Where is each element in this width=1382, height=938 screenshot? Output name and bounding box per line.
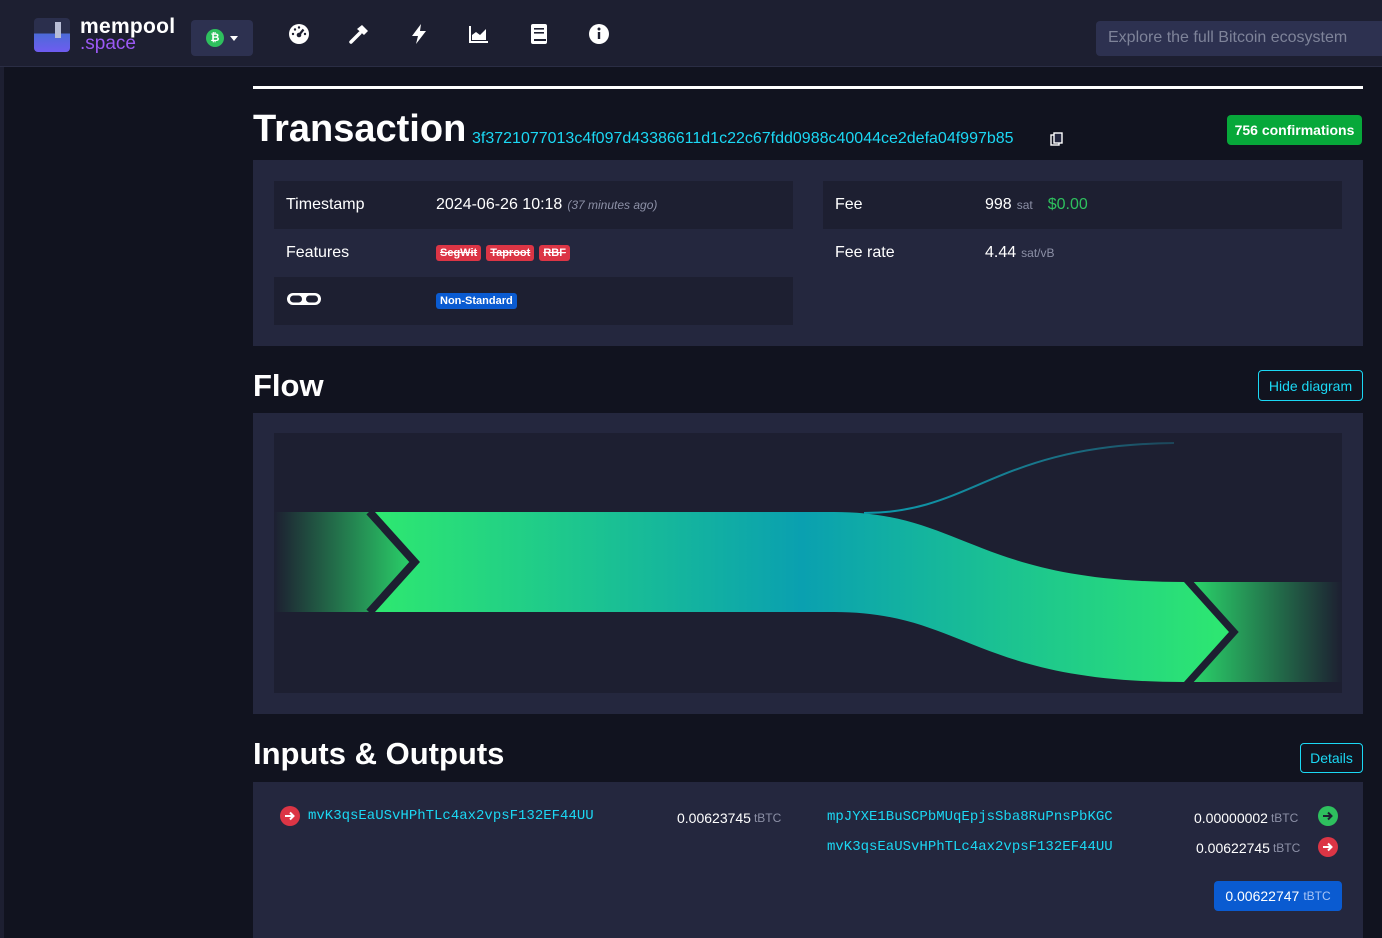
rbf-tag[interactable]: RBF — [539, 245, 570, 261]
output-address-1[interactable]: mpJYXE1BuSCPbMUqEpjsSba8RuPnsPbKGC — [827, 809, 1113, 825]
confirmations-badge: 756 confirmations — [1227, 115, 1362, 145]
dashboard-icon[interactable] — [287, 22, 311, 46]
timestamp-row: Timestamp 2024-06-26 10:18 (37 minutes a… — [274, 181, 793, 229]
input-address[interactable]: mvK3qsEaUSvHPhTLc4ax2vpsF132EF44UU — [308, 808, 594, 824]
input-amount-cell: 0.00623745 tBTC — [677, 810, 781, 826]
unspent-arrow-icon[interactable] — [1318, 806, 1338, 826]
output-unit-2: tBTC — [1272, 841, 1301, 855]
features-row: Features SegWit Taproot RBF — [274, 229, 793, 277]
network-selector-button[interactable]: ₿ — [191, 20, 253, 56]
caret-down-icon — [230, 35, 238, 41]
fee-label: Fee — [835, 196, 863, 213]
output-row-1: mpJYXE1BuSCPbMUqEpjsSba8RuPnsPbKGC — [827, 809, 1113, 825]
graphs-icon[interactable] — [467, 22, 491, 46]
standardness-row: Non-Standard — [274, 277, 793, 325]
goggles-icon — [286, 290, 322, 313]
fee-value: 998 — [985, 196, 1012, 213]
fee-rate-unit: sat/vB — [1021, 246, 1055, 260]
input-amount: 0.00623745 — [677, 810, 751, 826]
spent-arrow-icon[interactable] — [1318, 837, 1338, 857]
left-edge — [0, 67, 4, 938]
mempool-logo[interactable]: mempool .space — [34, 16, 175, 53]
timestamp-label: Timestamp — [286, 196, 365, 213]
fee-unit: sat — [1016, 198, 1033, 212]
total-amount: 0.00622747 — [1225, 888, 1300, 904]
output-amount-cell-1: 0.00000002 tBTC — [1194, 810, 1298, 826]
txid-link[interactable]: 3f3721077013c4f097d43386611d1c22c67fdd09… — [472, 130, 1014, 148]
total-unit: tBTC — [1303, 889, 1331, 903]
output-address-2[interactable]: mvK3qsEaUSvHPhTLc4ax2vpsF132EF44UU — [827, 839, 1113, 855]
logo-icon — [34, 18, 70, 52]
fee-usd: $0.00 — [1047, 196, 1088, 213]
hammer-icon[interactable] — [347, 22, 371, 46]
output-unit-1: tBTC — [1270, 811, 1299, 825]
hide-diagram-button[interactable]: Hide diagram — [1258, 370, 1363, 401]
details-button[interactable]: Details — [1300, 743, 1363, 773]
timestamp-value: 2024-06-26 10:18 — [436, 196, 563, 213]
flow-title: Flow — [253, 368, 324, 403]
fee-rate-value: 4.44 — [985, 244, 1017, 261]
input-row: mvK3qsEaUSvHPhTLc4ax2vpsF132EF44UU — [280, 806, 594, 826]
non-standard-tag[interactable]: Non-Standard — [436, 293, 517, 309]
section-divider — [253, 86, 1363, 89]
bitcoin-icon: ₿ — [206, 29, 224, 47]
info-icon[interactable] — [587, 22, 611, 46]
copy-icon[interactable] — [1050, 132, 1064, 146]
taproot-tag[interactable]: Taproot — [486, 245, 535, 261]
docs-icon[interactable] — [527, 22, 551, 46]
fee-rate-row: Fee rate 4.44 sat/vB — [823, 229, 1342, 277]
page-title: Transaction — [253, 108, 467, 150]
segwit-tag[interactable]: SegWit — [436, 245, 482, 261]
input-unit: tBTC — [753, 811, 782, 825]
top-navbar: mempool .space ₿ Explore the full Bitcoi… — [0, 0, 1382, 67]
output-amount-2: 0.00622745 — [1196, 840, 1270, 856]
spent-arrow-icon[interactable] — [280, 806, 300, 826]
search-input[interactable]: Explore the full Bitcoin ecosystem — [1096, 21, 1382, 56]
flow-diagram-svg — [274, 442, 1342, 685]
fee-row: Fee 998 sat $0.00 — [823, 181, 1342, 229]
inputs-outputs-title: Inputs & Outputs — [253, 736, 505, 771]
main-output-flow[interactable] — [375, 512, 1229, 682]
fee-flow[interactable] — [863, 442, 1175, 514]
lightning-icon[interactable] — [407, 22, 431, 46]
transaction-details-panel: Timestamp 2024-06-26 10:18 (37 minutes a… — [253, 160, 1363, 346]
features-label: Features — [286, 244, 350, 261]
timestamp-relative: (37 minutes ago) — [567, 198, 658, 212]
output-amount-cell-2: 0.00622745 tBTC — [1196, 840, 1300, 856]
fee-rate-label: Fee rate — [835, 244, 895, 261]
total-amount-badge: 0.00622747 tBTC — [1214, 881, 1342, 911]
flow-diagram — [274, 433, 1342, 693]
output-row-2: mvK3qsEaUSvHPhTLc4ax2vpsF132EF44UU — [827, 839, 1113, 855]
output-amount-1: 0.00000002 — [1194, 810, 1268, 826]
